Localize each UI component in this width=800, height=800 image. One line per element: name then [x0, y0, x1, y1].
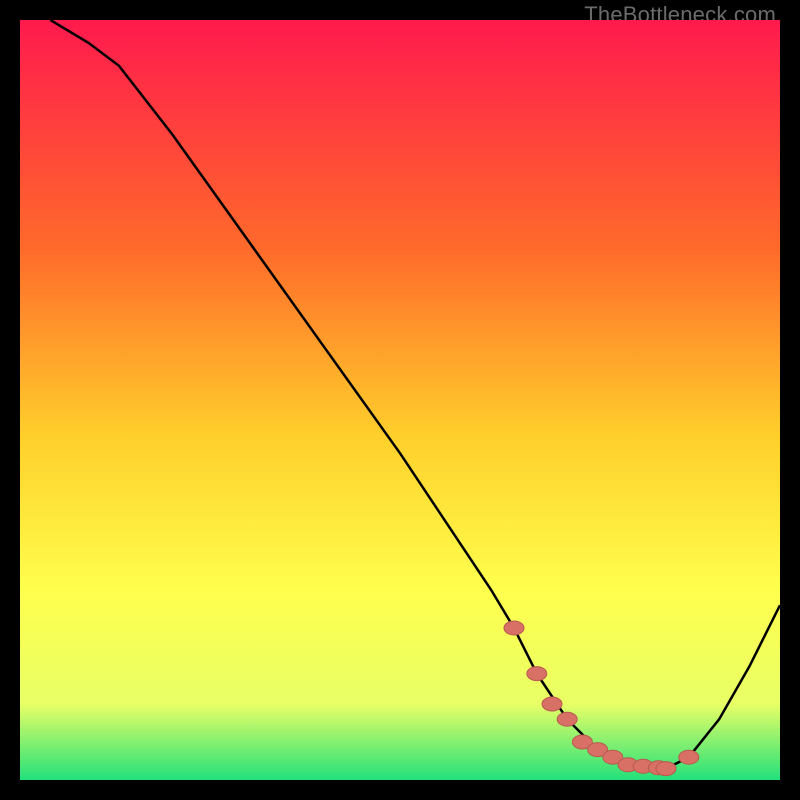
marker-point — [542, 697, 562, 711]
marker-point — [679, 750, 699, 764]
marker-point — [527, 667, 547, 681]
chart-frame — [20, 20, 780, 780]
gradient-background — [20, 20, 780, 780]
marker-point — [557, 712, 577, 726]
marker-point — [656, 762, 676, 776]
marker-point — [504, 621, 524, 635]
bottleneck-chart — [20, 20, 780, 780]
